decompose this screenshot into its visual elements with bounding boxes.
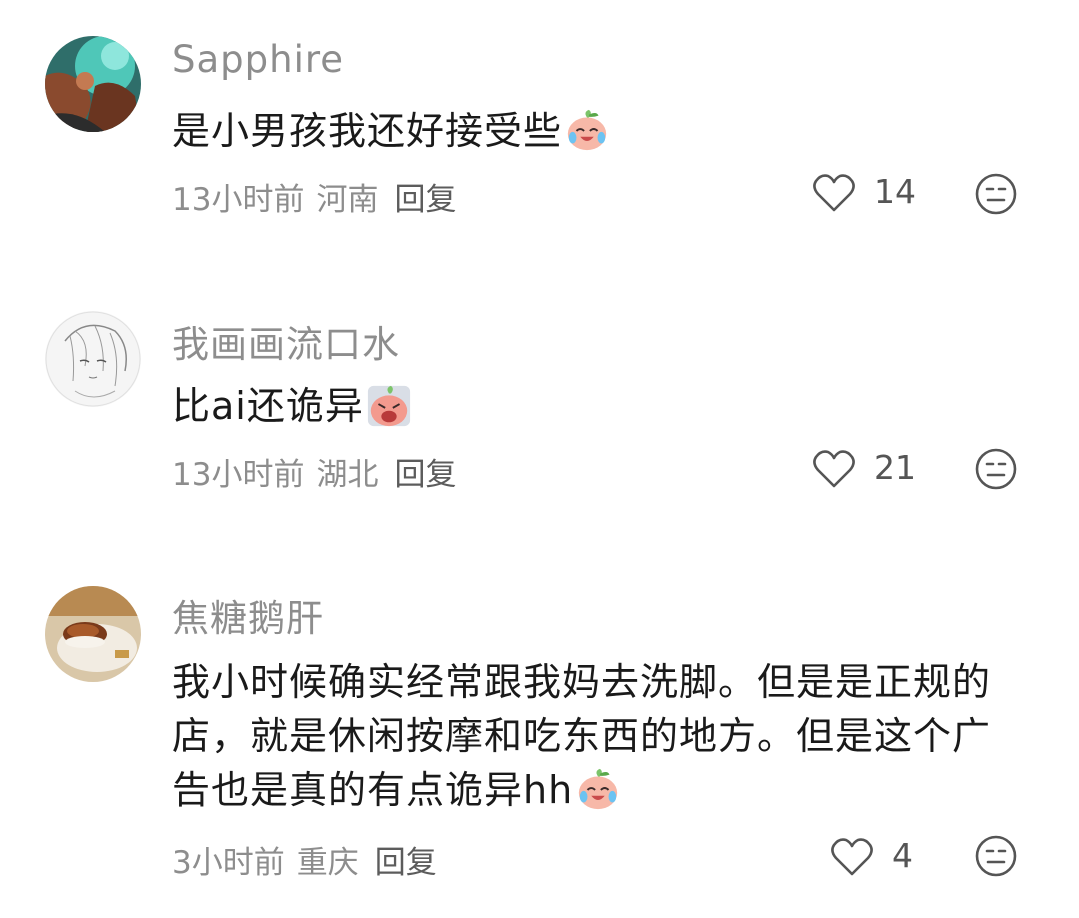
comment-text: 我小时候确实经常跟我妈去洗脚。但是是正规的店，就是休闲按摩和吃东西的地方。但是这… [172,655,1022,817]
comment-meta: 3小时前 重庆 回复 [172,837,449,882]
comment-time: 3小时前 [172,845,285,881]
reply-button[interactable]: 回复 [375,845,437,881]
like-count: 4 [892,836,913,875]
avatar[interactable] [45,586,141,682]
heart-outline-icon [831,838,873,876]
avatar-image-sushi [45,586,141,682]
dislike-button[interactable] [974,834,1018,878]
username[interactable]: 焦糖鹅肝 [172,588,324,642]
like-button[interactable]: 4 [830,834,950,882]
meh-face-icon [975,835,1017,877]
crying-laughing-peach-emoji [579,768,618,809]
comment-item: 焦糖鹅肝 我小时候确实经常跟我妈去洗脚。但是是正规的店，就是休闲按摩和吃东西的地… [0,0,1079,918]
comment-location: 重庆 [296,845,359,881]
